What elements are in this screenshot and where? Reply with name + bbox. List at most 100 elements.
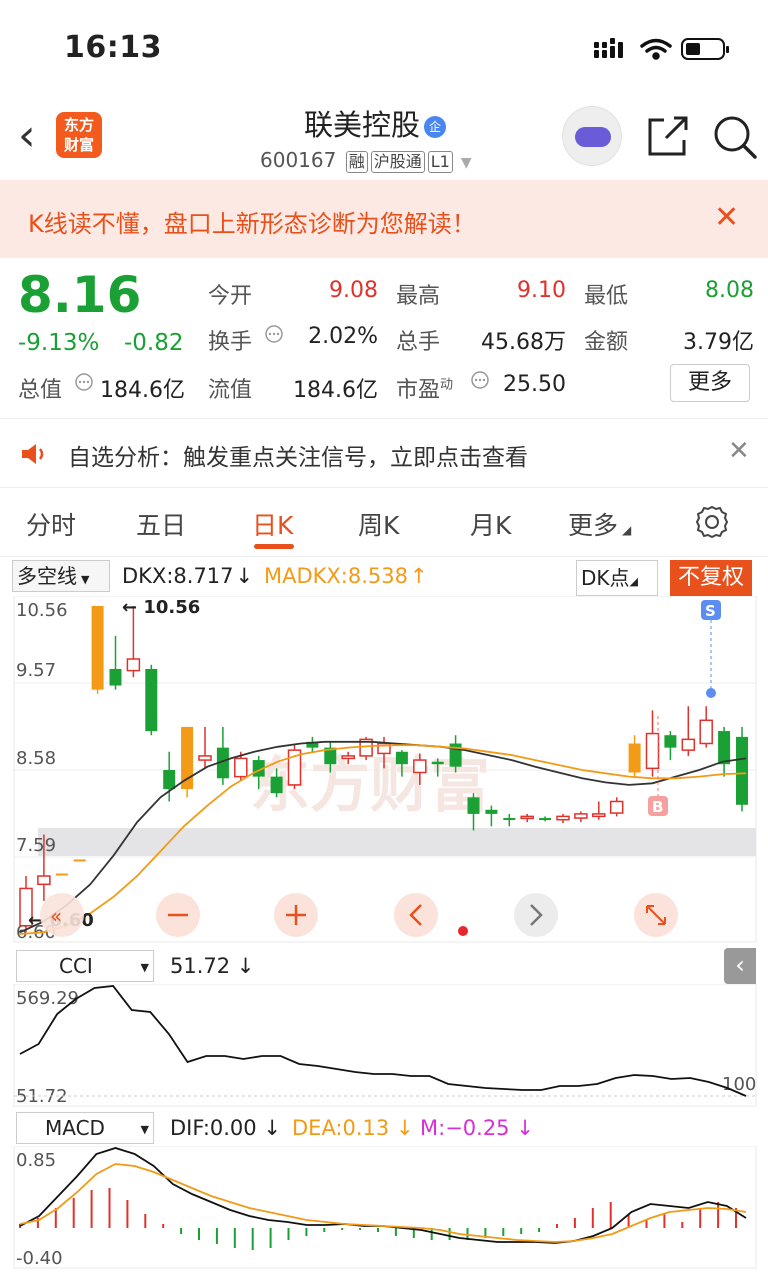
active-tab-indicator (254, 544, 294, 549)
candle-body (198, 755, 212, 761)
tab-five-day[interactable]: 五日 (136, 506, 186, 542)
float-value: 184.6亿 (293, 378, 378, 403)
indicator-select[interactable]: 多空线 ▼ (12, 560, 110, 592)
more-button[interactable]: 更多 (670, 364, 750, 402)
candle-body (270, 776, 283, 794)
current-dot (458, 926, 468, 936)
next-button[interactable] (514, 893, 558, 937)
search-icon[interactable] (712, 114, 758, 160)
y-label: 8.58 (16, 748, 56, 769)
cci-header: CCI ▼ 51.72 ↓ ‹ (0, 948, 768, 984)
float-value-label: 流值 (208, 378, 253, 403)
candle-body (234, 757, 248, 778)
svg-text:100: 100 (722, 1074, 756, 1095)
volume-label: 总手 (396, 330, 441, 355)
cci-chart: 569.29 51.72 100 (13, 984, 757, 1107)
macd-m: M:−0.25 ↓ (420, 1116, 534, 1140)
candle-body (664, 735, 677, 748)
dk-point-button[interactable]: DK点◢ (576, 560, 658, 596)
candle-body (413, 759, 427, 774)
candle-body (718, 731, 731, 765)
close-icon[interactable]: ✕ (728, 436, 750, 466)
stock-title: 联美控股企 (304, 102, 447, 144)
y-label: 7.59 (16, 835, 56, 856)
stock-code: 600167 (260, 148, 337, 172)
tab-intraday[interactable]: 分时 (26, 506, 76, 542)
candle-body (341, 755, 355, 760)
close-icon[interactable]: ✕ (714, 200, 739, 235)
high-value: 9.10 (517, 278, 566, 303)
kline-indicator-bar: 多空线 ▼ DKX:8.717↓ MADKX:8.538↑ DK点◢ 不复权 (0, 560, 768, 598)
turnover-label: 换手 (208, 330, 253, 355)
volume-value: 45.68万 (481, 330, 566, 355)
quote-panel: 8.16 -9.13% -0.82 总值 184.6亿 今开 9.08 最高 9… (0, 258, 768, 418)
back-icon[interactable]: ‹ (18, 114, 36, 158)
kline-chart[interactable]: 东方财富 10.56 9.57 8.58 7.59 6.60 ← 10.56 ←… (0, 596, 768, 946)
macd-dea: DEA:0.13 ↓ (292, 1116, 414, 1140)
gear-icon[interactable] (694, 504, 730, 540)
tab-weekly-k[interactable]: 周K (358, 506, 399, 542)
watchlist-alert[interactable]: 自选分析：触发重点关注信号，立即点击查看 ✕ (0, 420, 768, 486)
info-icon[interactable] (74, 372, 94, 392)
status-bar: 16:13 (0, 0, 768, 96)
candle-body (609, 800, 624, 814)
fullscreen-button[interactable] (634, 893, 678, 937)
candle-body (109, 668, 122, 686)
candle-body (736, 736, 748, 805)
y-label: 10.56 (16, 600, 68, 621)
adjust-button[interactable]: 不复权 (670, 560, 752, 596)
svg-text:B: B (652, 798, 663, 816)
cci-select[interactable]: CCI ▼ (16, 950, 154, 982)
collapse-icon[interactable]: ‹ (724, 948, 756, 984)
zoom-in-button[interactable] (274, 893, 318, 937)
market-value-label: 总值 (18, 378, 63, 403)
candle-body (467, 797, 480, 814)
high-label: 最高 (396, 284, 441, 309)
tab-more[interactable]: 更多 ◢ (568, 506, 631, 542)
chevron-down-icon[interactable]: ▼ (461, 155, 472, 171)
candle-body (503, 818, 516, 821)
assistant-avatar[interactable] (562, 106, 622, 166)
candle-body (395, 751, 408, 765)
candle-body (485, 809, 498, 814)
candle-body (592, 813, 606, 818)
share-icon[interactable] (646, 114, 690, 158)
candle-body (520, 815, 534, 820)
banner-text: K线读不懂，盘口上新形态诊断为您解读！ (28, 210, 476, 238)
candle-body (681, 738, 696, 751)
period-tabs: 分时 五日 日K 周K 月K 更多 ◢ (0, 488, 768, 558)
candle-body (55, 873, 68, 876)
change-amount: -0.82 (124, 330, 184, 356)
tag-connect: 沪股通 (370, 151, 425, 173)
eastmoney-logo: 东方 财富 (56, 112, 102, 158)
tag-level: L1 (427, 151, 453, 173)
stock-header: ‹ 东方 财富 联美控股企 600167 融沪股通 L1 ▼ (0, 96, 768, 180)
stock-name: 联美控股 (304, 108, 421, 142)
macd-select[interactable]: MACD ▼ (16, 1112, 154, 1144)
candle-body (145, 668, 158, 732)
speaker-icon (22, 444, 44, 464)
svg-text:0.85: 0.85 (16, 1150, 56, 1171)
prev-button[interactable] (394, 893, 438, 937)
zoom-out-button[interactable] (156, 893, 200, 937)
tab-daily-k[interactable]: 日K (252, 506, 293, 542)
promo-banner[interactable]: K线读不懂，盘口上新形态诊断为您解读！ ✕ (0, 180, 768, 258)
candle-body (163, 770, 176, 790)
svg-text:51.72: 51.72 (16, 1086, 68, 1107)
candle-body (37, 875, 51, 886)
turnover-value: 2.02% (308, 324, 378, 349)
madkx-value: MADKX:8.538↑ (264, 564, 428, 588)
info-icon[interactable] (470, 370, 490, 390)
info-icon[interactable] (264, 324, 284, 344)
tab-monthly-k[interactable]: 月K (470, 506, 511, 542)
svg-text:-0.40: -0.40 (16, 1248, 63, 1269)
stock-code-line[interactable]: 600167 融沪股通 L1 ▼ (260, 148, 472, 173)
status-icons (594, 38, 729, 60)
status-time: 16:13 (64, 30, 162, 65)
scroll-left-button[interactable]: « (40, 893, 84, 937)
candle-body (699, 719, 713, 745)
high-marker: ← 10.56 (122, 597, 200, 618)
candle-body (539, 818, 552, 821)
tag-margin: 融 (345, 151, 368, 173)
candle-body (645, 732, 660, 770)
